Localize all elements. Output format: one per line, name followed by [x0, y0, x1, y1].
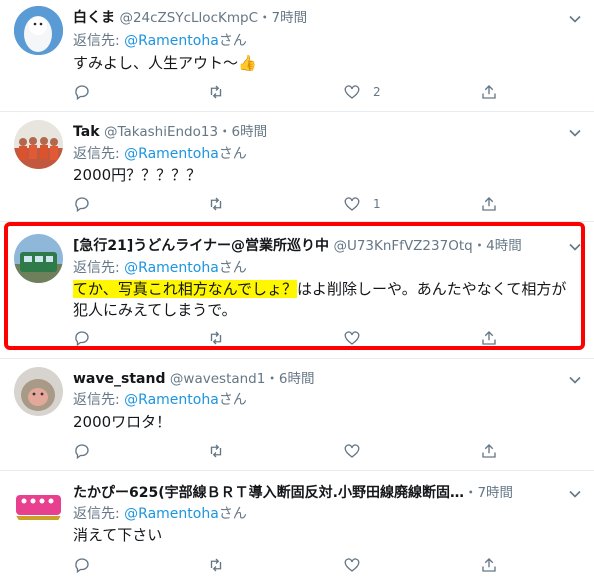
tweet-actions: 1	[73, 194, 503, 214]
retweet-button[interactable]	[207, 82, 225, 102]
reply-icon	[75, 558, 89, 574]
display-name[interactable]: wave_stand	[73, 371, 165, 387]
reply-to: 返信先: @Ramentohaさん	[73, 506, 247, 522]
chevron-down-icon[interactable]	[568, 487, 582, 501]
share-icon	[482, 197, 496, 211]
tweet-text: 消えて下さい	[73, 526, 163, 544]
mention-link[interactable]: @Ramentoha	[124, 506, 219, 522]
mention-link[interactable]: @Ramentoha	[124, 33, 219, 49]
user-handle[interactable]: @24cZSYcLlocKmpC	[119, 10, 258, 26]
tweet-header: Tak @TakashiEndo13・6時間	[73, 122, 267, 142]
share-button[interactable]	[480, 194, 498, 214]
avatar[interactable]	[14, 481, 63, 530]
user-handle[interactable]: @wavestand1	[170, 371, 265, 387]
tweet-1[interactable]: 白くま @24cZSYcLlocKmpC・7時間 返信先: @Ramentoha…	[0, 0, 594, 110]
pink-train-avatar-icon	[14, 481, 63, 530]
timestamp[interactable]: ・7時間	[464, 485, 513, 501]
heart-icon	[344, 85, 360, 99]
tweet-actions	[73, 441, 503, 461]
share-icon	[482, 558, 496, 572]
mention-link[interactable]: @Ramentoha	[124, 392, 219, 408]
tweet-5[interactable]: たかぴー625(宇部線ＢＲＴ導入断固反対.小野田線廃線断固…・7時間 返信先: …	[0, 471, 594, 582]
heart-icon	[344, 558, 360, 572]
polar-bear-avatar-icon	[14, 6, 63, 55]
reply-button[interactable]	[73, 82, 91, 102]
chevron-down-icon[interactable]	[568, 373, 582, 387]
avatar[interactable]	[14, 367, 63, 416]
timestamp[interactable]: ・6時間	[218, 124, 267, 140]
monkey-avatar-icon	[14, 367, 63, 416]
reply-icon	[75, 197, 89, 213]
timestamp[interactable]: ・6時間	[265, 371, 314, 387]
retweet-button[interactable]	[207, 194, 225, 214]
retweet-icon	[210, 558, 222, 572]
annotation-highlight-box	[4, 222, 585, 350]
mention-link[interactable]: @Ramentoha	[124, 146, 219, 162]
reply-icon	[75, 444, 89, 460]
like-button[interactable]: 1	[343, 194, 381, 214]
like-button[interactable]: 2	[343, 82, 381, 102]
heart-icon	[344, 197, 360, 211]
retweet-icon	[210, 197, 222, 211]
tweet-2[interactable]: Tak @TakashiEndo13・6時間 返信先: @Ramentohaさん…	[0, 112, 594, 220]
like-button[interactable]	[343, 441, 373, 461]
group-photo-avatar-icon	[14, 120, 63, 169]
share-button[interactable]	[480, 441, 498, 461]
tweet-4[interactable]: wave_stand @wavestand1・6時間 返信先: @Ramento…	[0, 359, 594, 469]
retweet-icon	[210, 85, 222, 99]
share-button[interactable]	[480, 555, 498, 575]
share-icon	[482, 85, 496, 99]
tweet-header: たかぴー625(宇部線ＢＲＴ導入断固反対.小野田線廃線断固…・7時間	[73, 483, 513, 503]
display-name[interactable]: Tak	[73, 124, 100, 140]
avatar[interactable]	[14, 120, 63, 169]
display-name[interactable]: 白くま	[73, 10, 115, 26]
heart-icon	[344, 444, 360, 458]
retweet-button[interactable]	[207, 555, 225, 575]
tweet-actions	[73, 555, 503, 575]
reply-to: 返信先: @Ramentohaさん	[73, 146, 247, 162]
avatar[interactable]	[14, 6, 63, 55]
reply-to: 返信先: @Ramentohaさん	[73, 33, 247, 49]
like-button[interactable]	[343, 555, 373, 575]
tweet-text: すみよし、人生アウト〜👍	[73, 54, 257, 72]
like-count: 2	[373, 85, 381, 99]
like-count: 1	[373, 197, 381, 211]
tweet-text: 2000ワロタ！	[73, 413, 172, 431]
retweet-button[interactable]	[207, 441, 225, 461]
timestamp[interactable]: ・7時間	[258, 10, 307, 26]
tweet-header: 白くま @24cZSYcLlocKmpC・7時間	[73, 8, 307, 28]
share-button[interactable]	[480, 82, 498, 102]
reply-button[interactable]	[73, 441, 91, 461]
chevron-down-icon[interactable]	[568, 12, 582, 26]
share-icon	[482, 444, 496, 458]
tweet-header: wave_stand @wavestand1・6時間	[73, 369, 314, 389]
tweet-actions: 2	[73, 82, 503, 102]
chevron-down-icon[interactable]	[568, 126, 582, 140]
reply-icon	[75, 85, 89, 101]
display-name[interactable]: たかぴー625(宇部線ＢＲＴ導入断固反対.小野田線廃線断固…	[73, 485, 464, 501]
reply-button[interactable]	[73, 194, 91, 214]
user-handle[interactable]: @TakashiEndo13	[104, 124, 218, 140]
reply-button[interactable]	[73, 555, 91, 575]
tweet-text: 2000円？？？？？	[73, 166, 202, 184]
reply-to: 返信先: @Ramentohaさん	[73, 392, 247, 408]
retweet-icon	[210, 444, 222, 458]
